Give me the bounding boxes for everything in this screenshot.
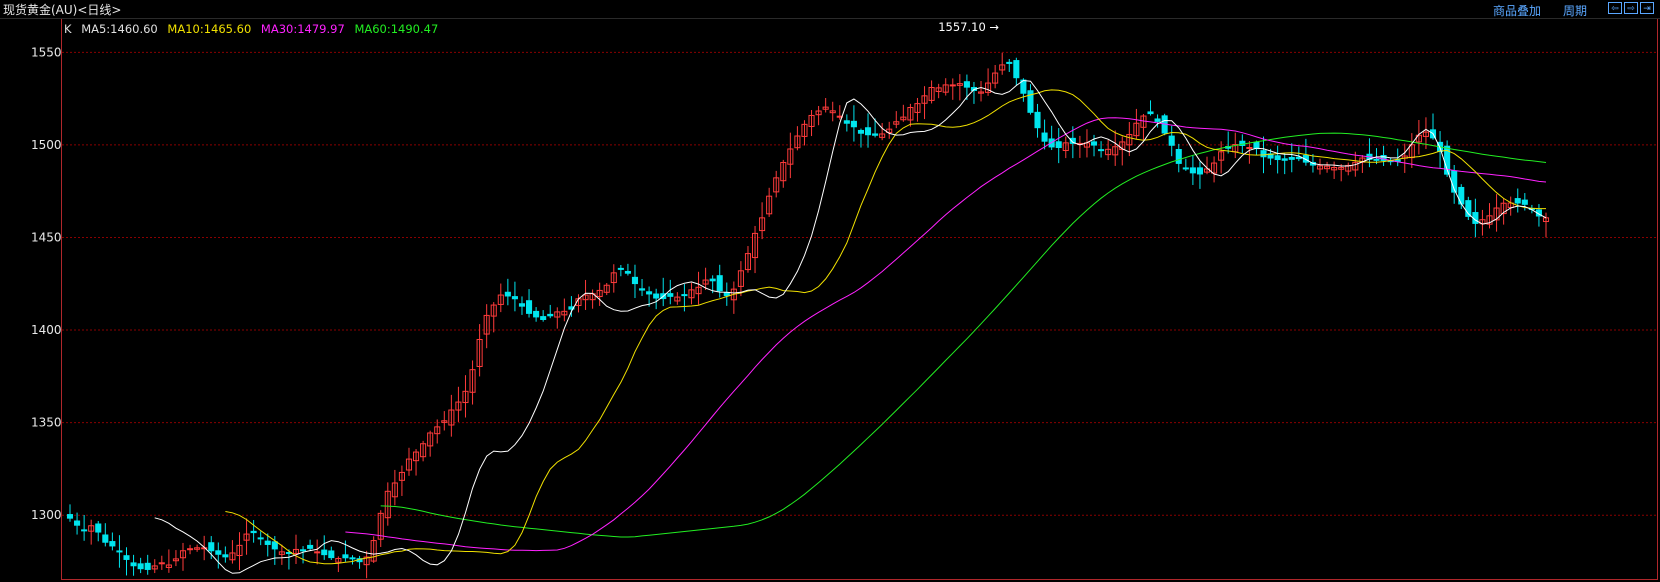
candle-down	[624, 270, 631, 274]
candle-down	[1041, 132, 1048, 142]
y-tick-label: 1500	[31, 138, 62, 152]
candle-up	[158, 562, 165, 565]
candle-down	[208, 542, 215, 552]
candle-up	[314, 551, 321, 554]
candle-down	[321, 549, 328, 556]
candle-down	[1154, 118, 1161, 122]
candle-down	[864, 127, 872, 136]
candle-down	[123, 555, 130, 560]
candle-down	[137, 563, 144, 570]
candle-down	[1281, 158, 1288, 161]
candle-down	[81, 529, 88, 532]
candle-down	[617, 267, 624, 270]
candle-down	[74, 520, 81, 526]
candle-down	[1196, 167, 1203, 175]
candle-down	[1521, 199, 1528, 205]
legend-ma5: MA5:1460.60	[81, 22, 158, 36]
candle-down	[504, 291, 511, 297]
candle-down	[250, 530, 257, 534]
candle-down	[850, 120, 857, 128]
candle-up	[949, 84, 956, 87]
candle-down	[547, 313, 554, 317]
candle-down	[215, 550, 222, 555]
candle-down	[1260, 150, 1267, 158]
candle-down	[646, 291, 653, 295]
candle-down	[1274, 155, 1281, 161]
candle-down	[257, 537, 264, 540]
candle-down	[1373, 158, 1380, 161]
candle-down	[872, 133, 879, 136]
candle-up	[1246, 146, 1253, 149]
candle-down	[271, 541, 278, 550]
candle-down	[1458, 186, 1465, 205]
candle-down	[116, 550, 123, 553]
candle-down	[264, 540, 271, 545]
candle-down	[1168, 135, 1175, 146]
candle-down	[1013, 60, 1020, 79]
legend-k: K	[64, 22, 72, 36]
candle-down	[638, 288, 646, 291]
candle-down	[222, 554, 229, 558]
candle-down	[130, 562, 137, 567]
candle-down	[843, 120, 850, 124]
candle-down	[1514, 198, 1521, 204]
candle-down	[1182, 167, 1189, 170]
candle-down	[667, 293, 674, 297]
candle-down	[631, 276, 639, 285]
legend-ma60: MA60:1490.47	[354, 22, 439, 36]
candle-down	[328, 550, 335, 559]
candle-down	[1098, 149, 1105, 152]
kline-chart[interactable]: 1300135014001450150015501557.10 →1266.10…	[0, 0, 1660, 582]
candle-down	[1175, 149, 1182, 164]
y-tick-label: 1450	[31, 230, 62, 244]
candle-down	[1006, 61, 1013, 64]
candle-down	[300, 549, 307, 552]
indicator-legend: K MA5:1460.60 MA10:1465.60 MA30:1479.97 …	[64, 22, 444, 36]
ma10-line	[225, 89, 1546, 565]
candle-down	[144, 562, 151, 570]
candle-down	[1288, 156, 1295, 160]
candle-down	[1055, 141, 1062, 148]
ma5-line	[154, 79, 1547, 574]
ma60-line	[380, 132, 1547, 538]
candle-down	[723, 292, 730, 297]
legend-ma30: MA30:1479.97	[260, 22, 345, 36]
candle-down	[963, 81, 970, 88]
legend-ma10: MA10:1465.60	[167, 22, 252, 36]
price-annotation: 1557.10 →	[938, 20, 999, 34]
candle-down	[1090, 141, 1098, 146]
candle-down	[1189, 167, 1196, 174]
candle-down	[342, 554, 349, 559]
candle-down	[709, 278, 716, 282]
candle-down	[540, 316, 547, 320]
candle-down	[95, 523, 102, 533]
candle-down	[1295, 156, 1302, 160]
y-tick-label: 1350	[31, 416, 62, 430]
candle-down	[857, 129, 865, 134]
candle-down	[681, 294, 688, 297]
y-tick-label: 1550	[31, 45, 62, 59]
candle-down	[1253, 141, 1260, 150]
ma30-line	[345, 117, 1547, 552]
candle-down	[716, 275, 723, 292]
y-tick-label: 1400	[31, 323, 62, 337]
candle-up	[187, 548, 194, 551]
candle-down	[307, 544, 314, 549]
candle-down	[511, 296, 518, 300]
candle-down	[1034, 111, 1041, 129]
candle-down	[66, 514, 74, 519]
candle-down	[349, 557, 356, 560]
candle-down	[653, 293, 660, 299]
candle-down	[102, 534, 109, 543]
y-tick-label: 1300	[31, 508, 62, 522]
candle-down	[1147, 111, 1154, 115]
candle-down	[518, 303, 526, 307]
candle-down	[109, 541, 116, 547]
candle-down	[533, 310, 540, 318]
candle-down	[526, 300, 533, 314]
